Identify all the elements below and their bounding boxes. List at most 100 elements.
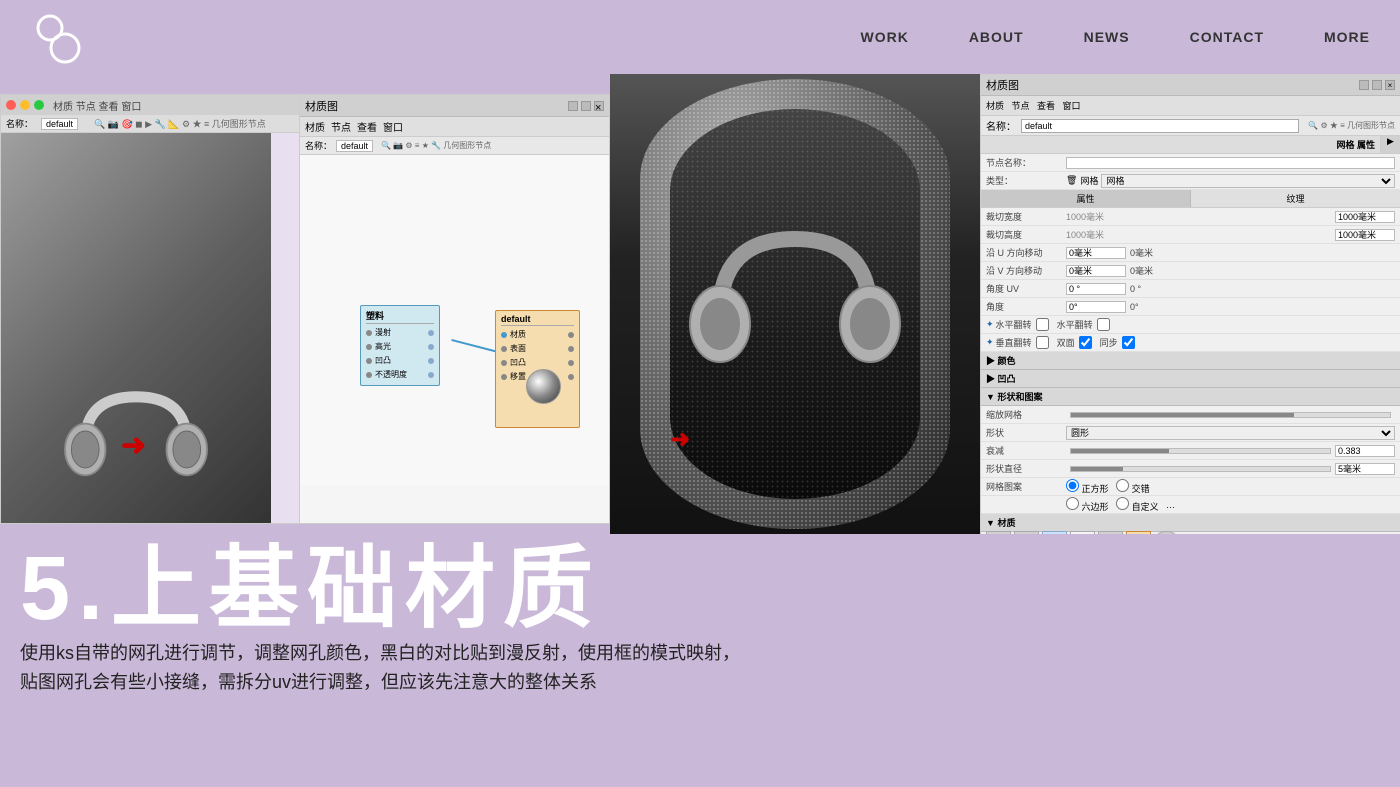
type-value-area: 🗑 网格 网格 bbox=[1066, 174, 1395, 188]
render-area-left: ➜ bbox=[1, 133, 271, 524]
square-radio[interactable] bbox=[1066, 479, 1079, 492]
trash-icon: 🗑 bbox=[1066, 175, 1077, 186]
node-item-opacity: 不透明度 bbox=[366, 368, 434, 382]
preview-sphere bbox=[526, 369, 561, 404]
cut-height-label: 裁切高度 bbox=[986, 228, 1066, 241]
material-graph-toolbar: 材质节点查看窗口 bbox=[300, 117, 609, 137]
node-name-input[interactable] bbox=[1066, 157, 1395, 169]
node-item-surface: 表面 bbox=[501, 342, 574, 356]
props-expand[interactable]: ▶ bbox=[1380, 136, 1400, 153]
node-item-bump2: 凹凸 bbox=[501, 356, 574, 370]
window-controls: × bbox=[1359, 80, 1395, 90]
node-name-row: 节点名称： bbox=[981, 154, 1400, 172]
win-min[interactable] bbox=[1359, 80, 1369, 90]
h-flip-label: 水平翻转 bbox=[996, 318, 1032, 331]
mesh-grid-slider[interactable] bbox=[1070, 412, 1391, 418]
tab-attr[interactable]: 属性 bbox=[981, 190, 1191, 207]
h-flip2-checkbox[interactable] bbox=[1097, 318, 1110, 331]
type-select[interactable]: 网格 bbox=[1101, 174, 1395, 188]
name-input[interactable] bbox=[1021, 119, 1299, 133]
node-plastic-title: 塑料 bbox=[366, 309, 434, 324]
spot-size-label: 形状直径 bbox=[986, 462, 1066, 475]
nav-news[interactable]: NEWS bbox=[1084, 29, 1130, 45]
cut-height-value-gray: 1000毫米 bbox=[1066, 228, 1335, 241]
grid-pattern-label: 网格图案 bbox=[986, 480, 1066, 493]
decay-input[interactable] bbox=[1335, 445, 1395, 457]
cross-radio[interactable] bbox=[1116, 479, 1129, 492]
bump-section[interactable]: ▶ 凹凸 bbox=[981, 370, 1400, 388]
material-section[interactable]: ▼ 材质 bbox=[981, 514, 1400, 532]
panel-right-toolbar: 材质 节点 查看 窗口 bbox=[981, 96, 1400, 116]
u-move-value: 0毫米 bbox=[1130, 246, 1153, 259]
angle-uv-label: 角度 UV bbox=[986, 282, 1066, 295]
mesh-props-title: 网格 属性 bbox=[981, 136, 1380, 153]
color-section[interactable]: ▶ 颜色 bbox=[981, 352, 1400, 370]
angle-uv-row: 角度 UV 0 ° bbox=[981, 280, 1400, 298]
shape-section[interactable]: ▼ 形状和图案 bbox=[981, 388, 1400, 406]
node-plastic[interactable]: 塑料 漫射 高光 凹凸 不透明度 bbox=[360, 305, 440, 386]
panel-right: 材质图 × 材质 节点 查看 窗口 名称： 🔍 ⚙ ★ ≡ 几何图形节点 网格 … bbox=[980, 74, 1400, 534]
type-value: 网格 bbox=[1080, 174, 1098, 187]
u-move-input[interactable] bbox=[1066, 247, 1126, 259]
nav-more[interactable]: MORE bbox=[1324, 29, 1370, 45]
v-move-input[interactable] bbox=[1066, 265, 1126, 277]
u-move-row: 沿 U 方向移动 0毫米 bbox=[981, 244, 1400, 262]
custom-radio[interactable] bbox=[1116, 497, 1129, 510]
red-arrow-center: ➜ bbox=[670, 425, 690, 454]
sync-label: 同步 bbox=[1100, 336, 1118, 349]
toolbar-menus: 材质 节点 查看 窗口 bbox=[986, 99, 1081, 112]
close-button[interactable] bbox=[6, 100, 16, 110]
nav-work[interactable]: WORK bbox=[860, 29, 908, 45]
cut-width-row: 裁切宽度 1000毫米 bbox=[981, 208, 1400, 226]
decay-slider[interactable] bbox=[1070, 448, 1331, 454]
spot-size-row: 形状直径 bbox=[981, 460, 1400, 478]
tab-patch[interactable]: 纹理 bbox=[1191, 190, 1400, 207]
node-name-label: 节点名称： bbox=[986, 156, 1066, 169]
vflip-icon: ✦ bbox=[986, 337, 994, 348]
flip-row: ✦ 水平翻转 水平翻转 bbox=[981, 316, 1400, 334]
type-label: 类型： bbox=[986, 174, 1066, 187]
h-flip-checkbox[interactable] bbox=[1036, 318, 1049, 331]
spot-slider[interactable] bbox=[1070, 466, 1331, 472]
headphones-center bbox=[685, 219, 905, 389]
v-flip-checkbox[interactable] bbox=[1036, 336, 1049, 349]
graph-body: 塑料 漫射 高光 凹凸 不透明度 bbox=[300, 155, 609, 485]
hex-dots: ··· bbox=[1166, 502, 1175, 512]
name-row-right: 名称： 🔍 ⚙ ★ ≡ 几何图形节点 bbox=[981, 116, 1400, 136]
logo bbox=[30, 10, 90, 65]
type-row: 类型： 🗑 网格 网格 bbox=[981, 172, 1400, 190]
angle-row: 角度 0° bbox=[981, 298, 1400, 316]
hex-radio[interactable] bbox=[1066, 497, 1079, 510]
grid-pattern-row: 网格图案 正方形 交错 bbox=[981, 478, 1400, 496]
win-restore[interactable] bbox=[1372, 80, 1382, 90]
spot-fill bbox=[1071, 467, 1123, 471]
cut-width-input[interactable] bbox=[1335, 211, 1395, 223]
mesh-grid-fill bbox=[1071, 413, 1294, 417]
maximize-button[interactable] bbox=[34, 100, 44, 110]
nav-contact[interactable]: CONTACT bbox=[1190, 29, 1264, 45]
h-flip2-label: 水平翻转 bbox=[1057, 318, 1093, 331]
menubar-name-value: default bbox=[41, 118, 78, 130]
double-face-checkbox[interactable] bbox=[1079, 336, 1092, 349]
v-move-row: 沿 V 方向移动 0毫米 bbox=[981, 262, 1400, 280]
description-line1: 使用ks自带的网孔进行调节，调整网孔颜色，黑白的对比贴到漫反射，使用框的模式映射… bbox=[20, 639, 1370, 668]
cut-height-input[interactable] bbox=[1335, 229, 1395, 241]
shape-select[interactable]: 圆形 bbox=[1066, 426, 1395, 440]
shape-row: 形状 圆形 bbox=[981, 424, 1400, 442]
angle-uv-input[interactable] bbox=[1066, 283, 1126, 295]
red-arrow-left: ➜ bbox=[121, 428, 146, 463]
description-line2: 贴图网孔会有些小接缝，需拆分uv进行调整，但应该先注意大的整体关系 bbox=[20, 668, 1370, 697]
navigation: WORK ABOUT NEWS CONTACT MORE bbox=[860, 0, 1370, 74]
sync-checkbox[interactable] bbox=[1122, 336, 1135, 349]
minimize-button[interactable] bbox=[20, 100, 30, 110]
node-default[interactable]: default 材质 表面 凹凸 移置 bbox=[495, 310, 580, 428]
spot-input[interactable] bbox=[1335, 463, 1395, 475]
win-close[interactable]: × bbox=[1385, 80, 1395, 90]
nav-about[interactable]: ABOUT bbox=[969, 29, 1024, 45]
decay-row: 衰减 bbox=[981, 442, 1400, 460]
oval-container bbox=[640, 79, 950, 529]
angle-label: 角度 bbox=[986, 300, 1066, 313]
angle-input[interactable] bbox=[1066, 301, 1126, 313]
decay-fill bbox=[1071, 449, 1169, 453]
cut-width-value: 1000毫米 bbox=[1066, 210, 1335, 223]
